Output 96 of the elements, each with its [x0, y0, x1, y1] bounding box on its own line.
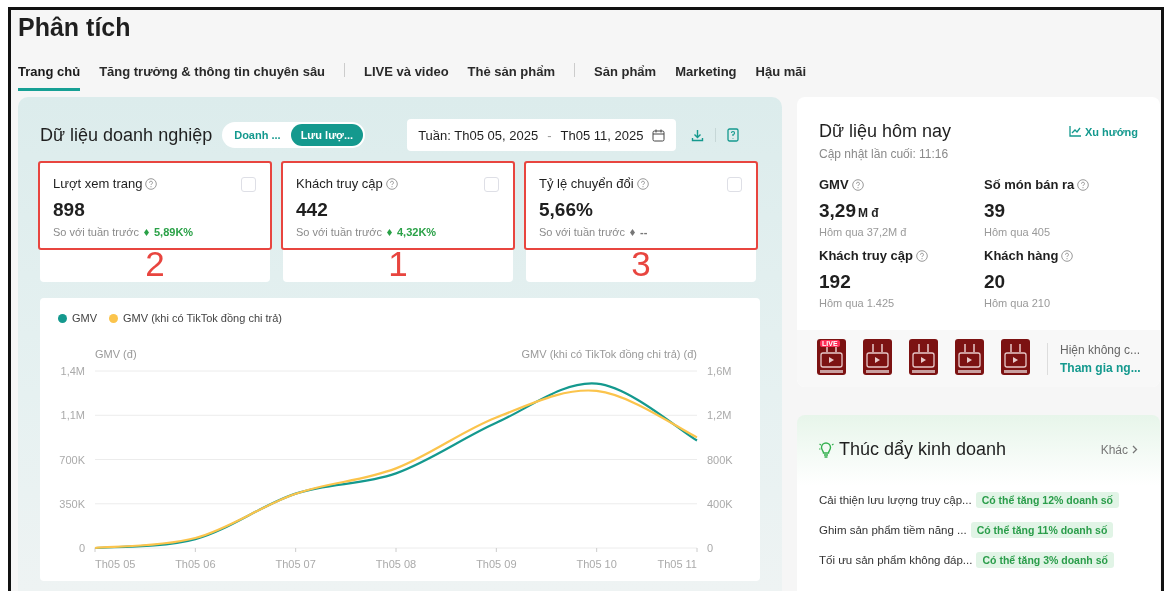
card-title: Dữ liệu hôm nay: [819, 121, 952, 142]
metric-value: 39: [984, 200, 1007, 222]
metric-value: 442: [296, 199, 329, 221]
tick-label: Th05 05: [95, 558, 136, 570]
change-value: --: [640, 226, 648, 238]
nav-tab[interactable]: Tăng trưởng & thông tin chuyên sâu: [99, 49, 326, 91]
tick-label: 800K: [707, 453, 733, 466]
metric-label: GMV: [819, 177, 849, 192]
annotation-number: 3: [631, 246, 651, 281]
metric-value: 898: [53, 199, 86, 221]
nav-tab[interactable]: Sản phẩm: [594, 49, 657, 91]
product-thumbnail-icon: [1001, 338, 1030, 375]
tick-label: 700K: [59, 453, 85, 466]
tick-label: Th05 09: [476, 558, 517, 570]
chevron-right-icon: [1132, 445, 1138, 454]
suggestion-text[interactable]: Tối ưu sản phẩm không đáp...: [819, 553, 973, 566]
tick-label: 350K: [59, 497, 85, 510]
help-icon: [1061, 249, 1074, 262]
tick-label: Th05 06: [175, 558, 216, 570]
product-thumbnail-icon: [863, 338, 892, 375]
yesterday-value: Hôm qua 37,2M đ: [819, 226, 908, 238]
help-icon: [1077, 178, 1090, 191]
tick-label: Th05 11: [657, 558, 697, 570]
download-button[interactable]: [691, 128, 705, 142]
more-link[interactable]: Khác: [1100, 442, 1138, 457]
impact-tag: Có thể tăng 11% doanh số: [970, 521, 1114, 538]
last-updated: Cập nhật lần cuối: 11:16: [818, 147, 950, 161]
compare-label: So với tuần trước: [539, 226, 625, 238]
product-thumbnail-icon: [817, 338, 846, 375]
legend-label: GMV (khi có TikTok đồng chi trả): [123, 312, 282, 324]
tick-label: 1,4M: [60, 365, 85, 377]
tick-label: 1,6M: [707, 365, 732, 377]
yesterday-value: Hôm qua 1.425: [819, 297, 896, 309]
tick-label: Th05 10: [576, 558, 617, 570]
status-text: Hiện không c...: [1060, 342, 1141, 357]
tick-label: Th05 07: [275, 558, 316, 570]
help-icon: [915, 249, 928, 262]
tick-label: 0: [707, 542, 714, 554]
metric-value: 5,66%: [539, 199, 594, 221]
tick-label: 0: [78, 542, 85, 554]
axis-title: GMV (đ): [95, 348, 137, 360]
nav-tab[interactable]: Thẻ sản phẩm: [467, 49, 556, 91]
suggestion-text[interactable]: Cải thiện lưu lượng truy cập...: [819, 493, 972, 506]
compare-label: So với tuần trước: [296, 226, 382, 238]
axis-title: GMV (khi có TikTok đồng chi trả) (đ): [521, 348, 697, 360]
nav-tab[interactable]: Hậu mãi: [755, 49, 807, 91]
card-title: Thúc dẩy kinh doanh: [839, 439, 1007, 460]
calendar-icon: [652, 128, 666, 142]
tick-label: 1,2M: [707, 409, 732, 422]
checkbox[interactable]: [241, 177, 256, 192]
suggestion-text[interactable]: Ghim sản phẩm tiềm năng ...: [819, 523, 967, 536]
page-title: Phân tích: [18, 12, 131, 43]
metric-value: 20: [984, 271, 1007, 293]
impact-tag: Có thể tăng 3% doanh số: [976, 551, 1114, 568]
tick-label: Th05 08: [375, 558, 417, 570]
help-icon: [636, 177, 649, 190]
metric-label: Số món bán ra: [984, 177, 1075, 192]
yesterday-value: Hôm qua 210: [984, 297, 1052, 309]
help-icon: [385, 177, 398, 190]
metric-label: Khách hàng: [984, 248, 1059, 263]
yesterday-value: Hôm qua 405: [984, 226, 1052, 238]
date-range-end: Th05 11, 2025: [560, 127, 644, 143]
metric-value: 3,29M đ: [819, 200, 880, 222]
nav-tab[interactable]: Marketing: [675, 49, 737, 91]
tick-label: 1,1M: [60, 409, 85, 422]
date-separator: -: [547, 127, 552, 143]
section-title: Dữ liệu doanh nghiệp: [40, 124, 213, 146]
date-range-start: Tuần: Th05 05, 2025: [418, 127, 539, 143]
change-value: 5,89K%: [154, 226, 194, 238]
checkbox[interactable]: [727, 177, 742, 192]
checkbox[interactable]: [484, 177, 499, 192]
toggle-option[interactable]: Lưu lượ...: [290, 124, 364, 146]
legend-label: GMV: [72, 312, 98, 324]
help-icon: [851, 178, 864, 191]
toggle-option[interactable]: Doanh ...: [224, 124, 291, 146]
help-icon: [145, 177, 158, 190]
annotation-number: 2: [145, 246, 165, 281]
trend-link[interactable]: Xu hướng: [1068, 125, 1138, 138]
compare-label: So với tuần trước: [53, 226, 139, 238]
nav-tab[interactable]: Trang chủ: [18, 49, 81, 91]
metric-label: Lượt xem trang: [53, 176, 143, 191]
chart-icon: [1068, 126, 1081, 137]
change-value: 4,32K%: [397, 226, 437, 238]
product-thumbnail-icon: [909, 338, 938, 375]
lightbulb-icon: [819, 441, 834, 458]
metric-label: Tỷ lệ chuyển đổi: [539, 176, 634, 191]
annotation-number: 1: [388, 246, 408, 281]
metric-label: Khách truy cập: [296, 176, 383, 191]
metric-label: Khách truy cập: [819, 248, 913, 263]
tick-label: 400K: [707, 497, 733, 510]
impact-tag: Có thể tăng 12% doanh số: [975, 491, 1119, 508]
date-range-picker[interactable]: Tuần: Th05 05, 2025 - Th05 11, 2025: [407, 119, 677, 151]
nav-tab[interactable]: LIVE và video: [364, 49, 449, 91]
help-doc-button[interactable]: [727, 128, 740, 142]
metric-value: 192: [819, 271, 852, 293]
product-thumbnail-icon: [955, 338, 984, 375]
